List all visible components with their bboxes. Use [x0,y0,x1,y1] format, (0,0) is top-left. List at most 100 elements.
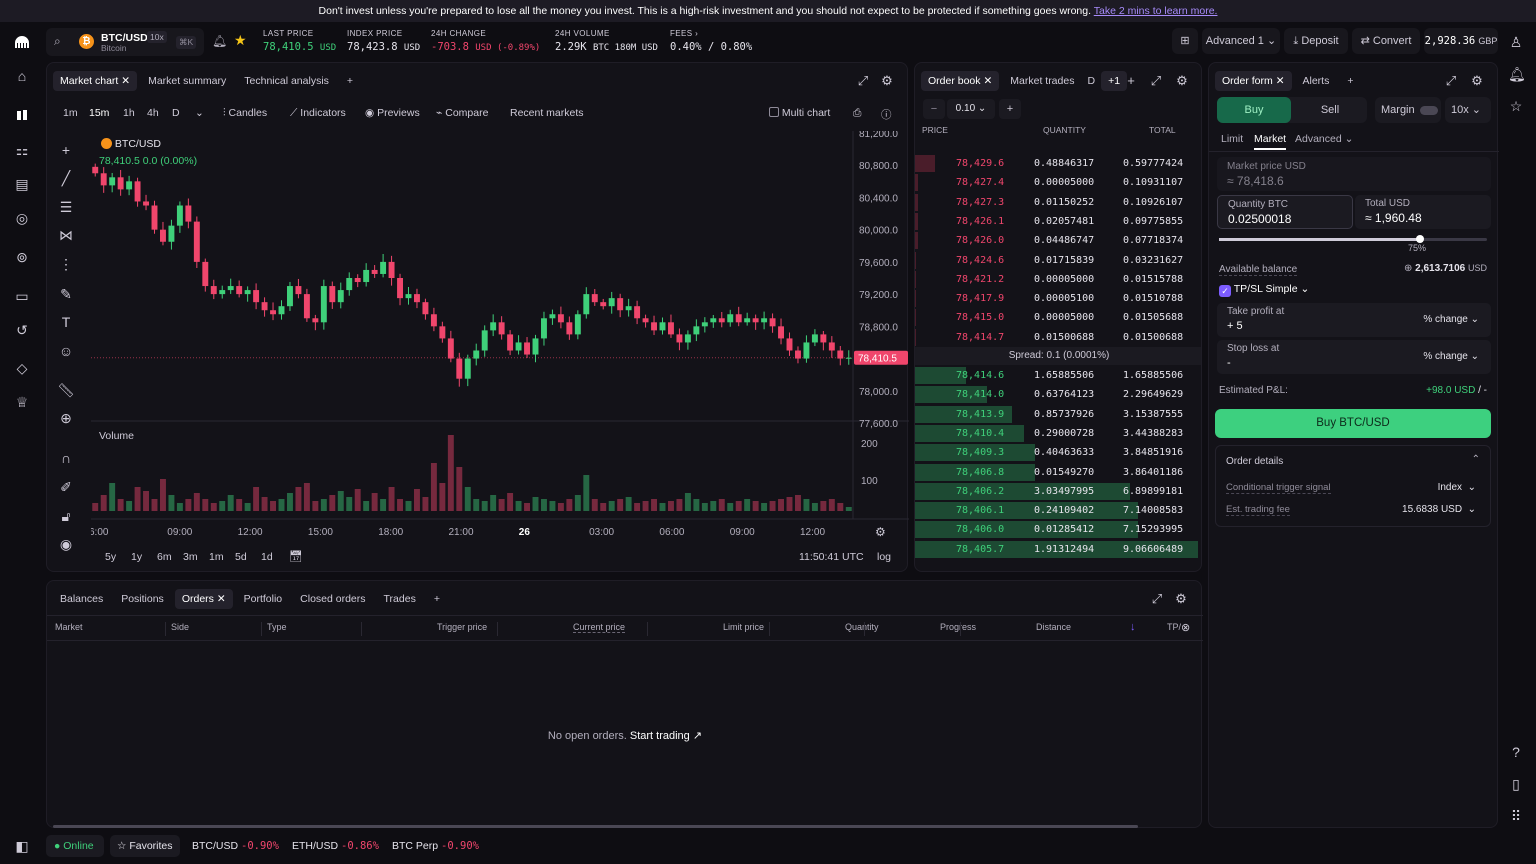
ask-row[interactable]: 78,414.7 0.01500688 0.01500688 [915,328,1201,347]
notifications-icon[interactable]: 🔔︎ [1508,66,1526,82]
tab-order-book[interactable]: Order book ✕ [921,71,1000,91]
range-1m[interactable]: 1m [209,551,224,563]
timeframe-1m[interactable]: 1m [63,107,78,119]
trophy-icon[interactable]: ♕ [14,394,30,410]
home-icon[interactable]: ⌂ [14,68,30,84]
type-market[interactable]: Market [1254,133,1287,150]
tab-market-chart[interactable]: Market chart ✕ [53,71,138,91]
fib-icon[interactable]: ⋮ [57,255,75,273]
col-header[interactable]: Progress [940,622,976,632]
brush-icon[interactable]: ✎ [57,285,75,303]
bid-row[interactable]: 78,405.7 1.91312494 9.06606489 [915,540,1201,559]
start-trading-link[interactable]: Start trading ↗ [630,730,702,742]
tab-balances[interactable]: Balances [53,589,110,609]
col-header[interactable]: Market [55,622,83,632]
bid-row[interactable]: 78,406.0 0.01285412 7.15293995 [915,520,1201,539]
tab-order-form[interactable]: Order form ✕ [1215,71,1292,91]
tab-trades[interactable]: Trades [377,589,423,609]
emoji-icon[interactable]: ☺ [57,342,75,360]
candles-button[interactable]: ⫶ Candles [223,107,267,120]
col-header[interactable]: Current price [573,622,626,633]
timeframe-4h[interactable]: 4h [147,107,159,119]
bid-row[interactable]: 78,414.6 1.65885506 1.65885506 [915,366,1201,385]
range-1y[interactable]: 1y [131,551,142,563]
expand-icon[interactable]: ⤢ [1149,591,1165,607]
timeframe-1h[interactable]: 1h [123,107,135,119]
tab-truncated[interactable]: D [1085,71,1097,91]
collapse-sidebar-icon[interactable]: ◧ [14,838,30,854]
ask-row[interactable]: 78,421.2 0.00005000 0.01515788 [915,270,1201,289]
alert-bell-icon[interactable]: 🔔︎ [212,34,227,48]
close-circle-icon[interactable]: ⊗ [1181,621,1190,634]
trade-icon[interactable] [14,107,30,123]
total-field[interactable]: Total USD ≈ 1,960.48 [1355,195,1491,229]
ticker-item[interactable]: BTC Perp -0.90% [392,835,479,857]
bid-row[interactable]: 78,414.0 0.63764123 2.29649629 [915,385,1201,404]
close-icon[interactable]: ✕ [1276,75,1285,87]
col-header[interactable]: Limit price [723,622,764,632]
chart-settings-gear-icon[interactable]: ⚙ [875,525,886,539]
wallet-icon[interactable]: ▭ [14,288,30,304]
favorites-button[interactable]: ☆ Favorites [110,835,180,857]
docs-icon[interactable]: ▯ [1508,776,1524,792]
bid-row[interactable]: 78,409.3 0.40463633 3.84851916 [915,443,1201,462]
ruler-icon[interactable]: 📏︎ [57,381,75,399]
type-advanced[interactable]: Advanced ⌄ [1295,133,1353,145]
col-header[interactable]: Trigger price [437,622,487,632]
layout-mode-dropdown[interactable]: Advanced 1 ⌄ [1202,28,1280,54]
pattern-icon[interactable]: ⋈ [57,226,75,244]
slider-handle[interactable] [1416,235,1424,243]
bid-row[interactable]: 78,410.4 0.29000728 3.44388283 [915,424,1201,443]
quantity-field[interactable]: Quantity BTC 0.02500018 [1217,195,1353,229]
tab-market-summary[interactable]: Market summary [141,71,233,91]
range-3m[interactable]: 3m [183,551,198,563]
ask-row[interactable]: 78,427.4 0.00005000 0.10931107 [915,173,1201,192]
tab-portfolio[interactable]: Portfolio [237,589,290,609]
tab-market-trades[interactable]: Market trades [1003,71,1081,91]
stop-loss-mode[interactable]: % change ⌄ [1423,351,1479,362]
date-range-icon[interactable]: 📅︎ [289,550,303,563]
timeframe-15m[interactable]: 15m [89,107,109,119]
tick-size-select[interactable]: 0.10 ⌄ [947,99,995,119]
timeframe-d[interactable]: D [172,107,180,119]
stop-loss-value[interactable]: - [1227,357,1231,369]
close-icon[interactable]: ✕ [983,75,992,87]
history-icon[interactable]: ↺ [14,322,30,338]
ticker-item[interactable]: ETH/USD -0.86% [292,835,379,857]
stop-loss-field[interactable]: Stop loss at - % change ⌄ [1217,340,1491,374]
checkbox-checked-icon[interactable]: ✓ [1219,285,1231,297]
previews-button[interactable]: ◉ Previews [365,107,420,119]
ask-row[interactable]: 78,429.6 0.48846317 0.59777424 [915,154,1201,173]
multi-chart-toggle[interactable]: Multi chart [769,107,830,119]
tab-alerts[interactable]: Alerts [1296,71,1337,91]
log-scale-toggle[interactable]: log [877,551,891,563]
checkbox[interactable] [769,107,779,117]
orders-icon[interactable]: ▤ [14,176,30,192]
horizontal-lines-icon[interactable]: ☰ [57,198,75,216]
buy-tab[interactable]: Buy [1217,97,1291,123]
balance-button[interactable]: 2,928.36 GBP [1424,28,1498,54]
col-header[interactable]: Distance [1036,622,1071,632]
bid-row[interactable]: 78,406.2 3.03497995 6.89899181 [915,482,1201,501]
settings-sliders-icon[interactable]: ⚙ [1469,73,1485,89]
col-header[interactable]: Side [171,622,189,632]
favorite-star-icon[interactable]: ☆ [1508,98,1524,114]
recent-markets-button[interactable]: Recent markets [510,107,584,119]
col-header[interactable]: TP/ [1167,622,1181,632]
text-tool-icon[interactable]: T [57,313,75,331]
settings-sliders-icon[interactable]: ⚙ [1173,591,1189,607]
col-header[interactable]: Quantity [845,622,879,632]
sell-tab[interactable]: Sell [1293,97,1367,123]
ask-row[interactable]: 78,415.0 0.00005000 0.01505688 [915,308,1201,327]
range-6m[interactable]: 6m [157,551,172,563]
crosshair-icon[interactable]: + [57,141,75,159]
add-tab-icon[interactable]: + [340,71,360,91]
close-icon[interactable]: ✕ [121,75,130,87]
trendline-icon[interactable]: ╱ [57,169,75,187]
favorite-star-icon[interactable]: ★ [234,32,247,49]
buy-submit-button[interactable]: Buy BTC/USD [1215,409,1491,438]
help-circle-icon[interactable]: ⓘ [881,107,892,122]
ticker-item[interactable]: BTC/USD -0.90% [192,835,279,857]
bid-row[interactable]: 78,406.1 0.24109402 7.14008583 [915,501,1201,520]
quantity-value[interactable]: 0.02500018 [1228,212,1291,226]
